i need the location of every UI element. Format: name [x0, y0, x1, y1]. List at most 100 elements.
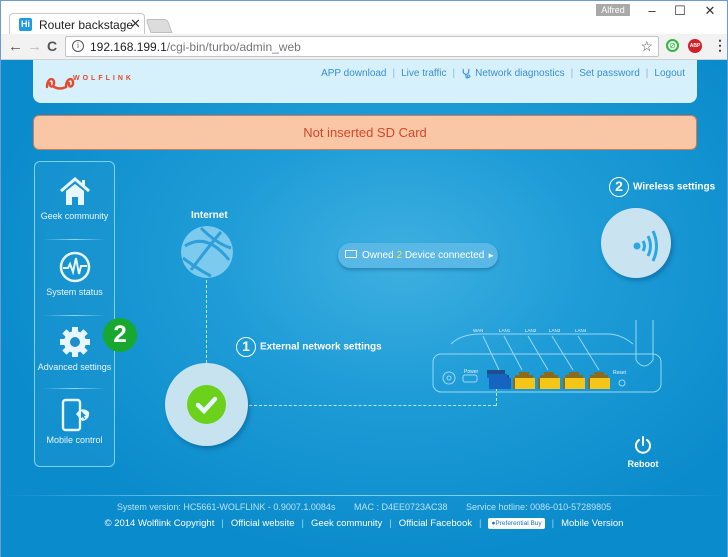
- lan2-port: [538, 372, 560, 389]
- header-nav: APP download | Live traffic | Network di…: [321, 68, 685, 79]
- wireless-settings-label[interactable]: 2 Wireless settings: [609, 177, 715, 197]
- preferential-buy-button[interactable]: ●Preferential Buy: [488, 518, 545, 529]
- app-download-link[interactable]: APP download: [321, 68, 386, 79]
- power-icon: [635, 436, 651, 454]
- official-website-link[interactable]: Official website: [231, 518, 295, 529]
- port-label-reset: Reset: [613, 370, 627, 376]
- connector-line: [206, 280, 207, 368]
- adblock-icon[interactable]: ABP: [688, 39, 702, 53]
- port-label-power: Power: [464, 369, 479, 375]
- sidebar-item-label: Geek community: [40, 211, 109, 221]
- port-label-wan: WAN: [473, 328, 483, 333]
- separator: |: [389, 518, 392, 529]
- forward-icon[interactable]: →: [27, 38, 42, 55]
- sidebar-item-geek-community[interactable]: Geek community: [35, 176, 114, 252]
- router-diagram: WAN LAN1 LAN2 LAN3 LAN4 Power Reset: [432, 320, 662, 393]
- geek-community-link[interactable]: Geek community: [311, 518, 382, 529]
- divider: [43, 239, 106, 240]
- close-window-icon[interactable]: ✕: [695, 3, 725, 19]
- sidebar: Geek community System status Advanced se…: [34, 161, 115, 467]
- copyright: © 2014 Wolflink Copyright: [104, 518, 215, 529]
- sidebar-item-label: System status: [46, 287, 103, 297]
- port-label-lan3: LAN3: [549, 328, 561, 333]
- external-network-status[interactable]: [165, 363, 248, 446]
- maximize-icon[interactable]: ☐: [665, 3, 695, 19]
- step-annotation-badge: 2: [103, 318, 137, 352]
- reboot-button[interactable]: Reboot: [621, 435, 665, 469]
- devices-suffix: Device connected: [404, 250, 485, 261]
- back-icon[interactable]: ←: [8, 38, 23, 55]
- home-icon: [59, 177, 90, 205]
- checkmark-icon: [187, 385, 226, 424]
- gear-icon: [59, 327, 90, 357]
- mobile-icon: [61, 398, 89, 432]
- external-network-label-text: External network settings: [260, 341, 382, 353]
- laptop-icon: [345, 250, 357, 259]
- sidebar-item-mobile-control[interactable]: Mobile control: [35, 398, 114, 474]
- sd-card-alert: Not inserted SD Card: [33, 115, 697, 150]
- port-label-lan4: LAN4: [575, 328, 587, 333]
- new-tab-button[interactable]: [145, 19, 173, 33]
- tab-close-icon[interactable]: ✕: [130, 16, 141, 32]
- divider: [43, 315, 106, 316]
- url-host: 192.168.199.1: [90, 40, 167, 54]
- port-label-lan1: LAN1: [499, 328, 511, 333]
- title-bar: Hi Router backstage ✕ Alfred – ☐ ✕: [1, 1, 727, 35]
- internet-label: Internet: [191, 210, 228, 221]
- reload-icon[interactable]: C: [47, 38, 57, 54]
- globe-icon: [181, 226, 233, 278]
- devices-count: 2: [396, 250, 403, 261]
- browser-window: Hi Router backstage ✕ Alfred – ☐ ✕ ← → C…: [0, 0, 728, 557]
- separator: |: [301, 518, 305, 529]
- page-header: WOLFLINK APP download | Live traffic | N…: [33, 60, 697, 103]
- menu-icon[interactable]: ⋮: [713, 37, 727, 54]
- step-number: 2: [609, 177, 629, 197]
- star-icon[interactable]: ☆: [640, 38, 653, 55]
- favicon-icon: Hi: [19, 18, 32, 31]
- separator: |: [452, 68, 456, 79]
- reboot-label: Reboot: [627, 459, 659, 469]
- step-number: 1: [236, 337, 256, 357]
- port-label-lan2: LAN2: [525, 328, 537, 333]
- profile-badge[interactable]: Alfred: [596, 4, 630, 16]
- pulse-icon: [59, 251, 90, 283]
- devices-prefix: Owned: [362, 250, 394, 261]
- footer-system-info: System version: HC5661-WOLFLINK - 0.9007…: [1, 502, 727, 512]
- wifi-icon: [633, 230, 658, 262]
- wolflink-logo-icon: [45, 77, 75, 90]
- browser-tab[interactable]: Hi Router backstage ✕: [9, 13, 145, 35]
- browser-toolbar: ← → C i 192.168.199.1/cgi-bin/turbo/admi…: [1, 34, 727, 60]
- set-password-link[interactable]: Set password: [579, 68, 640, 79]
- extension-green-icon[interactable]: ⊘: [666, 39, 679, 52]
- url-text[interactable]: 192.168.199.1/cgi-bin/turbo/admin_web: [90, 40, 301, 54]
- address-bar[interactable]: i 192.168.199.1/cgi-bin/turbo/admin_web …: [65, 36, 659, 57]
- service-hotline: Service hotline: 0086-010-57289805: [466, 502, 612, 512]
- arrow-right-icon: ►: [487, 251, 496, 260]
- separator: |: [392, 68, 396, 79]
- mobile-version-link[interactable]: Mobile Version: [561, 518, 623, 529]
- logout-link[interactable]: Logout: [654, 68, 685, 79]
- external-network-settings-label[interactable]: 1 External network settings: [236, 337, 382, 357]
- separator: |: [645, 68, 649, 79]
- sidebar-item-label: Mobile control: [46, 435, 103, 445]
- connected-devices-button[interactable]: Owned 2 Device connected ►: [338, 243, 498, 268]
- system-version: System version: HC5661-WOLFLINK - 0.9007…: [116, 502, 336, 512]
- live-traffic-link[interactable]: Live traffic: [401, 68, 446, 79]
- official-facebook-link[interactable]: Official Facebook: [399, 518, 472, 529]
- separator: |: [551, 518, 555, 529]
- wireless-settings-button[interactable]: [601, 208, 671, 278]
- divider: [43, 388, 106, 389]
- separator: |: [221, 518, 224, 529]
- sidebar-item-label: Advanced settings: [37, 362, 112, 372]
- mac-address: MAC : D4EE0723AC38: [353, 502, 448, 512]
- connector-line: [249, 405, 496, 406]
- lan1-port: [513, 372, 535, 389]
- wan-port: [487, 370, 511, 389]
- router-admin-page: WOLFLINK APP download | Live traffic | N…: [1, 60, 727, 557]
- tab-title: Router backstage: [39, 18, 134, 32]
- info-icon[interactable]: i: [72, 40, 84, 52]
- separator: |: [479, 518, 482, 529]
- network-diagnostics-link[interactable]: Network diagnostics: [475, 68, 564, 79]
- minimize-icon[interactable]: –: [637, 3, 667, 18]
- lan3-port: [563, 372, 585, 389]
